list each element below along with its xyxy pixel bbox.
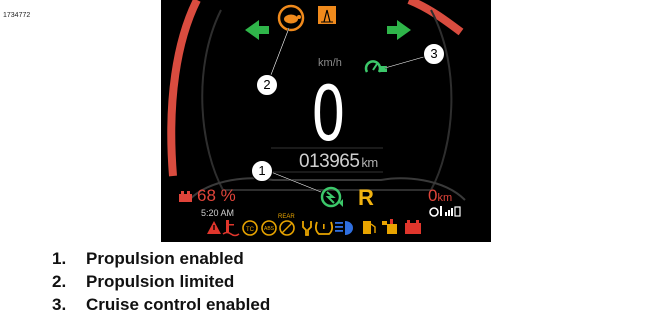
left-turn-signal-icon bbox=[245, 20, 269, 40]
warning-triangle-icon bbox=[207, 221, 221, 234]
legend-label: Propulsion enabled bbox=[86, 249, 244, 268]
rear-label: REAR bbox=[278, 214, 295, 220]
battery-level-icon bbox=[179, 191, 192, 202]
oil-pressure-icon bbox=[382, 219, 397, 234]
figure-id: 1734772 bbox=[3, 12, 31, 19]
odometer: 013965 km bbox=[299, 151, 378, 173]
callout-1: 1 bbox=[251, 160, 273, 182]
battery-percent: 68 % bbox=[197, 186, 236, 205]
range-arc-left bbox=[167, 0, 201, 177]
coolant-temperature-icon bbox=[222, 220, 240, 237]
instrument-cluster: TC ABS km/h 0 013965 km R 68 % 5:20 AM 0… bbox=[161, 0, 491, 242]
gear-indicator: R bbox=[358, 185, 374, 210]
rear-abs-off-icon bbox=[279, 220, 295, 236]
odometer-value: 013965 bbox=[299, 151, 360, 172]
abs-icon: ABS bbox=[261, 220, 277, 236]
legend-item: 3. Cruise control enabled bbox=[52, 293, 270, 316]
propulsion-limited-turtle-icon bbox=[277, 4, 305, 32]
clock-time: 5:20 AM bbox=[201, 208, 235, 218]
right-turn-signal-icon bbox=[387, 20, 411, 40]
speed-readout: 0 bbox=[311, 69, 346, 158]
cruise-control-enabled-icon bbox=[364, 60, 387, 73]
odometer-unit: km bbox=[361, 155, 378, 170]
hazard-warning-icon bbox=[318, 6, 336, 24]
tire-pressure-icon bbox=[314, 221, 334, 235]
svg-text:TC: TC bbox=[246, 227, 255, 233]
range-unit: km bbox=[437, 192, 453, 204]
speed-unit: km/h bbox=[318, 57, 342, 69]
legend-label: Propulsion limited bbox=[86, 272, 235, 291]
legend-item: 1. Propulsion enabled bbox=[52, 247, 270, 270]
connectivity-icons bbox=[429, 206, 461, 217]
range-readout: 0km bbox=[428, 186, 452, 206]
legend-number: 1. bbox=[52, 249, 67, 268]
callout-3: 3 bbox=[423, 43, 445, 65]
legend-label: Cruise control enabled bbox=[86, 295, 271, 314]
legend-number: 3. bbox=[52, 295, 67, 314]
legend-number: 2. bbox=[52, 272, 67, 291]
fuel-pump-icon bbox=[363, 221, 376, 234]
battery-charge-icon bbox=[405, 220, 421, 234]
traction-control-icon: TC bbox=[242, 220, 258, 236]
service-wrench-icon bbox=[302, 221, 312, 236]
high-beam-icon bbox=[335, 221, 353, 235]
svg-text:ABS: ABS bbox=[264, 226, 275, 232]
legend: 1. Propulsion enabled 2. Propulsion limite… bbox=[52, 247, 270, 316]
legend-item: 2. Propulsion limited bbox=[52, 270, 270, 293]
callout-2: 2 bbox=[256, 74, 278, 96]
